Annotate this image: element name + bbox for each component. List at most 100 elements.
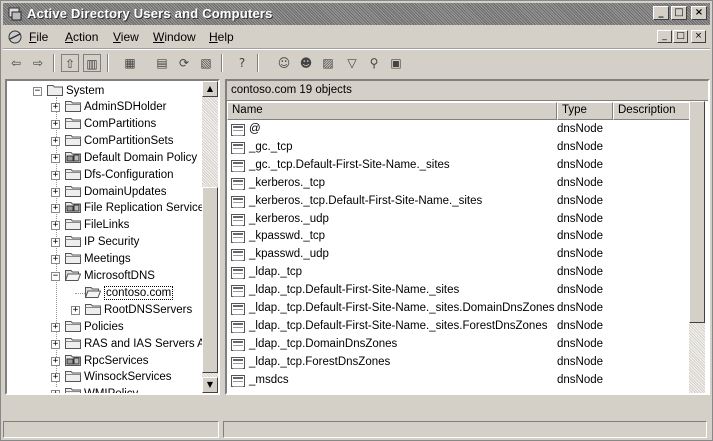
add-user-icon[interactable]: ☺ [275,54,293,72]
status-panel-right [223,421,707,438]
list-item[interactable]: _kerberos._tcp dnsNode [227,175,687,193]
menu-window[interactable]: Window [153,30,196,44]
menu-view-label: iew [120,30,139,44]
mdi-close-button[interactable]: × [691,30,706,43]
maximize-button[interactable]: □ [671,6,687,20]
export-list-icon[interactable]: ▧ [197,54,215,72]
container-special-icon [65,354,81,366]
refresh-icon[interactable]: ⟳ [175,54,193,72]
column-header-description[interactable]: Description [613,102,693,120]
details-vertical-scrollbar[interactable] [689,101,705,393]
expand-toggle[interactable]: + [51,373,60,383]
up-level-icon[interactable]: ⇧ [61,54,79,72]
list-item[interactable]: _ldap._tcp.Default-First-Site-Name._site… [227,318,687,336]
list-item[interactable]: _kerberos._tcp.Default-First-Site-Name._… [227,193,687,211]
properties-icon[interactable]: ▤ [153,54,171,72]
expand-toggle[interactable]: + [51,136,60,146]
folder-icon [65,320,81,332]
expand-toggle[interactable]: + [51,119,60,129]
scroll-up-button[interactable]: ▲ [202,81,218,97]
folder-icon [65,235,81,248]
tree-item-label: File Replication Service [84,202,205,215]
tree-item-label: RAS and IAS Servers Access Check [84,337,218,350]
record-type: dnsNode [557,355,604,368]
list-item[interactable]: @ dnsNode [227,121,687,139]
show-tree-icon[interactable]: ▥ [83,54,101,72]
dns-record-icon [231,303,245,315]
dns-record-icon [231,213,245,226]
menu-view[interactable]: View [113,30,139,44]
mdi-minimize-button[interactable]: _ [657,30,672,43]
list-item[interactable]: _kpasswd._tcp dnsNode [227,228,687,246]
toolbar-separator [53,54,55,72]
record-name: _gc._tcp.Default-First-Site-Name._sites [249,158,450,171]
expand-toggle[interactable]: + [51,339,60,349]
expand-toggle[interactable]: + [51,103,60,112]
list-item[interactable]: _kpasswd._udp dnsNode [227,246,687,264]
expand-toggle[interactable]: + [51,204,60,214]
expand-toggle[interactable]: + [51,153,60,163]
record-type: dnsNode [557,212,604,225]
scroll-down-button[interactable]: ▼ [202,377,218,393]
expand-toggle[interactable]: + [71,305,80,315]
title-bar[interactable]: Active Directory Users and Computers _ □… [3,3,710,25]
minimize-button[interactable]: _ [653,6,669,20]
dns-record-icon [231,285,245,298]
list-item[interactable]: _ldap._tcp.ForestDnsZones dnsNode [227,354,687,372]
collapse-toggle[interactable]: − [51,272,60,281]
mdi-restore-button[interactable]: □ [673,30,688,43]
record-name: _msdcs [249,373,289,386]
list-item[interactable]: _gc._tcp dnsNode [227,139,687,157]
expand-toggle[interactable]: + [51,221,60,231]
tree-vertical-scrollbar[interactable]: ▲ ▼ [202,81,218,393]
details-pane[interactable]: contoso.com 19 objects Name Type Descrip… [225,79,710,395]
record-name: _ldap._tcp.ForestDnsZones [249,355,391,368]
add-group-icon[interactable]: ☻ [297,54,315,72]
list-item[interactable]: _msdcs dnsNode [227,372,687,390]
tree-item-label: Policies [84,320,124,333]
folder-icon [65,117,81,129]
expand-toggle[interactable]: + [51,390,60,393]
record-name: _kerberos._udp [249,212,329,225]
list-item[interactable]: _ldap._tcp.Default-First-Site-Name._site… [227,282,687,300]
expand-toggle[interactable]: + [51,356,60,366]
scroll-thumb[interactable] [689,101,705,323]
list-item[interactable]: _kerberos._udp dnsNode [227,211,687,229]
list-item[interactable]: _ldap._tcp.DomainDnsZones dnsNode [227,336,687,354]
list-item[interactable]: _ldap._tcp.Default-First-Site-Name._site… [227,300,687,318]
find-icon[interactable]: ⚲ [365,54,383,72]
console-tree[interactable]: − System + AdminSDHolder + ComPartitions + Co… [5,79,220,395]
expand-toggle[interactable]: + [51,238,60,248]
console-menu-icon[interactable] [7,29,23,45]
tree-item-label: MicrosoftDNS [84,270,155,282]
collapse-toggle[interactable]: − [33,87,42,96]
menu-file[interactable]: File [29,30,48,44]
forward-arrow-icon[interactable]: ⇨ [29,54,47,72]
help-icon[interactable]: ? [233,54,251,72]
scroll-thumb[interactable] [202,187,218,373]
record-name: _gc._tcp [249,140,293,153]
list-item[interactable]: _ldap._tcp dnsNode [227,264,687,282]
add-to-group-icon[interactable]: ▣ [387,54,405,72]
add-ou-icon[interactable]: ▨ [319,54,337,72]
folder-icon [65,185,81,197]
expand-toggle[interactable]: + [51,170,60,180]
menu-help[interactable]: Help [209,30,234,44]
dns-record-icon [231,124,245,136]
dns-record-icon [231,338,245,351]
filter-icon[interactable]: ▽ [343,54,361,72]
column-header-name[interactable]: Name [227,102,557,120]
menu-action[interactable]: Action [65,30,98,44]
record-type: dnsNode [557,284,604,297]
tree-item-label: WinsockServices [84,371,172,384]
column-header-type[interactable]: Type [557,102,613,120]
expand-toggle[interactable]: + [51,187,60,197]
delete-icon[interactable]: ▦ [121,54,139,72]
record-type: dnsNode [557,373,604,386]
expand-toggle[interactable]: + [51,322,60,332]
close-button[interactable]: × [691,6,707,20]
back-arrow-icon[interactable]: ⇦ [7,54,25,72]
record-name: @ [249,123,261,135]
expand-toggle[interactable]: + [51,255,60,265]
list-item[interactable]: _gc._tcp.Default-First-Site-Name._sites d… [227,157,687,175]
